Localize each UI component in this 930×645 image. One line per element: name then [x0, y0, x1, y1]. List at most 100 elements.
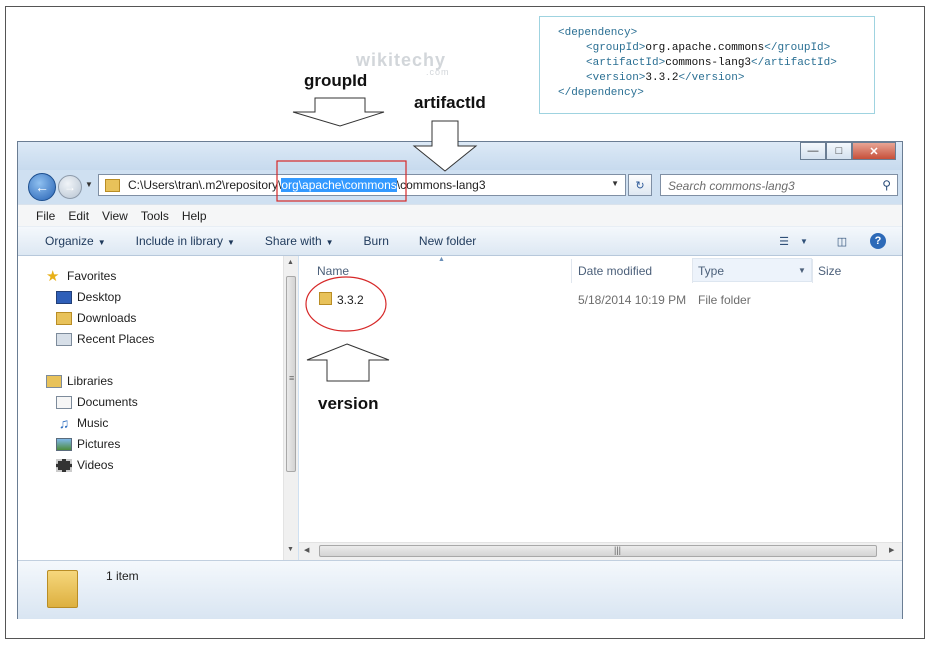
address-suffix: \commons-lang3: [396, 178, 486, 192]
file-row[interactable]: 3.3.2 5/18/2014 10:19 PM File folder: [299, 289, 902, 309]
nav-label: Desktop: [77, 290, 122, 304]
back-arrow-icon[interactable]: ←: [28, 173, 56, 201]
xml-tag: <dependency>: [558, 27, 638, 39]
address-group-segment: org\apache\commons: [281, 178, 397, 192]
horizontal-scrollbar[interactable]: ◀ ||| ▶: [299, 542, 902, 560]
address-dropdown-icon[interactable]: ▼: [611, 179, 619, 188]
column-divider[interactable]: [812, 259, 813, 283]
nav-label: Music: [77, 416, 109, 430]
libraries-icon: [46, 375, 62, 389]
help-icon[interactable]: ?: [870, 233, 886, 249]
column-header-size[interactable]: Size: [818, 264, 841, 278]
navigation-pane: ★ Favorites Desktop Downloads Recent Plac…: [18, 256, 283, 560]
explorer-window: — □ ✕ ← → ▼ C:\Users\tran\.m2\repository…: [17, 141, 903, 619]
nav-label: Videos: [77, 458, 114, 472]
column-divider[interactable]: [571, 259, 572, 283]
xml-tag: <version>: [586, 72, 646, 84]
title-bar: — □ ✕: [18, 142, 902, 170]
redaction-patch: [28, 484, 154, 560]
search-icon[interactable]: ⚲: [882, 178, 891, 192]
horizontal-scroll-thumb[interactable]: |||: [319, 545, 877, 557]
nav-item-documents[interactable]: Documents: [46, 392, 154, 413]
nav-label: Documents: [77, 395, 138, 409]
xml-tag: </dependency>: [558, 87, 644, 99]
close-button[interactable]: ✕: [852, 142, 896, 160]
include-label: Include in library: [135, 234, 223, 248]
nav-item-libraries[interactable]: Libraries: [46, 371, 154, 392]
menu-help[interactable]: Help: [182, 209, 207, 223]
menu-file[interactable]: File: [36, 209, 55, 223]
menu-view[interactable]: View: [102, 209, 128, 223]
share-label: Share with: [264, 234, 322, 248]
minimize-button[interactable]: —: [800, 142, 826, 160]
nav-label: Favorites: [67, 269, 117, 283]
burn-button[interactable]: Burn: [364, 234, 389, 248]
scroll-up-icon[interactable]: ▲: [287, 259, 294, 266]
nav-label: Pictures: [77, 437, 121, 451]
column-header-type[interactable]: Type: [698, 264, 724, 278]
xml-tag: </groupId>: [764, 42, 831, 54]
star-icon: ★: [46, 267, 60, 285]
window-controls: — □ ✕: [800, 142, 896, 160]
grip-icon: ≡: [289, 373, 295, 383]
preview-pane-icon[interactable]: ◫: [834, 233, 850, 249]
view-options-icon[interactable]: ☰: [776, 233, 792, 249]
xml-tag: </version>: [678, 72, 745, 84]
recent-pages-chevron-icon[interactable]: ▼: [85, 180, 93, 189]
scroll-left-icon[interactable]: ◀: [304, 546, 309, 554]
column-header-date[interactable]: Date modified: [578, 264, 652, 278]
toolbar-right: ☰ ▼ ◫ ?: [762, 233, 886, 249]
search-input[interactable]: [666, 176, 870, 196]
address-row: ← → ▼ C:\Users\tran\.m2\repository\org\a…: [18, 170, 902, 204]
include-in-library-button[interactable]: Include in library ▼: [136, 234, 235, 248]
chevron-down-icon[interactable]: ▼: [796, 233, 812, 249]
nav-scrollbar[interactable]: ▲ ≡ ▼: [283, 256, 298, 560]
xml-version-value: 3.3.2: [645, 72, 679, 84]
pictures-icon: [56, 438, 72, 452]
column-filter-chevron-icon[interactable]: ▼: [798, 266, 806, 275]
nav-item-music[interactable]: ♫ Music: [46, 413, 154, 434]
column-divider[interactable]: [692, 259, 693, 283]
menu-tools[interactable]: Tools: [141, 209, 169, 223]
nav-item-favorites[interactable]: ★ Favorites: [46, 266, 154, 287]
nav-label: Libraries: [67, 374, 114, 388]
nav-label: Recent Places: [77, 332, 155, 346]
nav-item-desktop[interactable]: Desktop: [46, 287, 154, 308]
folder-icon: [105, 178, 120, 192]
xml-dependency-snippet: <dependency> <groupId>org.apache.commons…: [539, 16, 875, 114]
folder-icon: [319, 292, 332, 305]
column-header-name[interactable]: Name: [317, 264, 349, 278]
scroll-right-icon[interactable]: ▶: [889, 546, 894, 554]
refresh-icon[interactable]: ↻: [628, 174, 652, 196]
xml-tag: </artifactId>: [751, 57, 837, 69]
item-count: 1 item: [106, 569, 139, 583]
nav-item-recent-places[interactable]: Recent Places: [46, 329, 154, 350]
search-box[interactable]: ⚲: [660, 174, 898, 196]
music-note-icon: ♫: [58, 415, 70, 432]
chevron-down-icon: ▼: [97, 238, 106, 247]
address-path: C:\Users\tran\.m2\repository\org\apache\…: [128, 178, 486, 192]
share-with-button[interactable]: Share with ▼: [265, 234, 334, 248]
organize-button[interactable]: Organize ▼: [45, 234, 106, 248]
desktop-icon: [56, 291, 72, 305]
new-folder-button[interactable]: New folder: [419, 234, 476, 248]
version-label: version: [318, 394, 379, 413]
folder-icon: [47, 570, 78, 608]
watermark-logo: wikitechy .com: [356, 50, 450, 77]
menu-bar: File Edit View Tools Help: [18, 204, 902, 227]
scroll-down-icon[interactable]: ▼: [287, 546, 294, 553]
artifact-id-label: artifactId: [414, 93, 486, 112]
nav-item-videos[interactable]: Videos: [46, 455, 154, 476]
menu-edit[interactable]: Edit: [68, 209, 89, 223]
nav-item-pictures[interactable]: Pictures: [46, 434, 154, 455]
grip-icon: |||: [614, 545, 622, 555]
nav-item-downloads[interactable]: Downloads: [46, 308, 154, 329]
maximize-button[interactable]: □: [826, 142, 852, 160]
nav-scroll-thumb[interactable]: ≡: [286, 276, 296, 472]
address-bar[interactable]: C:\Users\tran\.m2\repository\org\apache\…: [98, 174, 626, 196]
forward-arrow-icon[interactable]: →: [58, 175, 82, 199]
details-pane: 1 item: [18, 560, 902, 619]
file-type: File folder: [698, 293, 751, 307]
xml-group-value: org.apache.commons: [645, 42, 765, 54]
